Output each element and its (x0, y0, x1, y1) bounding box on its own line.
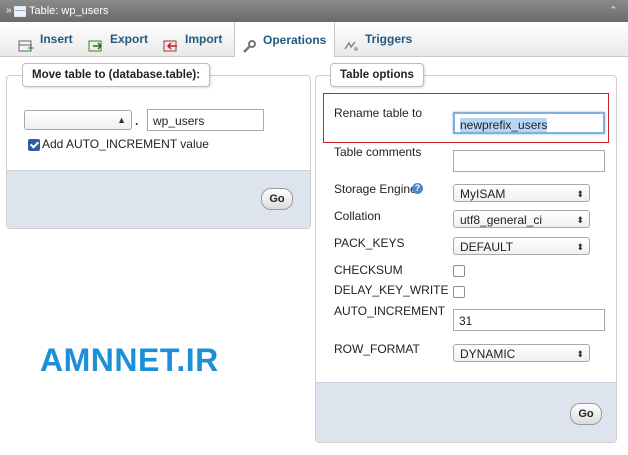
window-titlebar: » Table: wp_users ⌃ (0, 0, 628, 22)
tab-operations-label: Operations (263, 32, 327, 47)
add-auto-increment-label: Add AUTO_INCREMENT value (42, 137, 209, 151)
import-icon (163, 32, 179, 52)
tab-triggers[interactable]: Triggers (337, 22, 420, 56)
collation-select[interactable]: utf8_general_ci ⬍ (453, 210, 590, 228)
table-comments-input[interactable] (453, 150, 605, 172)
storage-engine-label: Storage Engine (334, 182, 417, 196)
select-arrows-icon: ⬍ (576, 242, 584, 252)
tab-triggers-label: Triggers (365, 32, 413, 46)
select-arrows-icon: ⬍ (576, 189, 584, 199)
rename-table-input[interactable]: newprefix_users (453, 112, 605, 134)
tab-import[interactable]: Import (157, 22, 230, 56)
pack-keys-select[interactable]: DEFAULT ⬍ (453, 237, 590, 255)
move-table-panel: ▲ . wp_users Add AUTO_INCREMENT value Go (6, 75, 311, 229)
svg-text:+: + (27, 44, 34, 53)
select-arrows-icon: ⬍ (576, 215, 584, 225)
row-format-label: ROW_FORMAT (334, 342, 420, 356)
table-icon (14, 6, 26, 17)
tab-export[interactable]: Export (82, 22, 156, 56)
table-options-legend: Table options (330, 63, 424, 87)
watermark-text: AMNNET.IR (40, 342, 219, 378)
database-select[interactable]: ▲ (24, 110, 132, 130)
tab-operations[interactable]: Operations (234, 22, 336, 57)
collapse-arrow-icon[interactable]: ⌃ (609, 0, 618, 22)
table-options-go-button[interactable]: Go (570, 403, 602, 425)
tab-insert[interactable]: + Insert (12, 22, 81, 56)
auto-increment-input[interactable]: 31 (453, 309, 605, 331)
breadcrumb-arrow: » (6, 5, 12, 16)
tab-import-label: Import (185, 32, 223, 46)
delay-key-write-label: DELAY_KEY_WRITE (334, 283, 449, 297)
add-auto-increment-checkbox[interactable] (28, 139, 40, 151)
move-go-button[interactable]: Go (261, 188, 293, 210)
move-table-name-input[interactable]: wp_users (147, 109, 264, 131)
pack-keys-label: PACK_KEYS (334, 236, 405, 250)
dot-separator: . (135, 114, 139, 128)
table-comments-label: Table comments (334, 145, 422, 159)
checksum-checkbox[interactable] (453, 265, 465, 277)
delay-key-write-checkbox[interactable] (453, 286, 465, 298)
export-icon (88, 32, 104, 52)
triggers-icon (343, 32, 359, 51)
table-options-panel: Rename table to newprefix_users Table co… (315, 75, 617, 443)
row-format-select[interactable]: DYNAMIC ⬍ (453, 344, 590, 362)
help-icon[interactable]: ? (412, 183, 423, 194)
page-title: Table: wp_users (29, 5, 109, 17)
select-arrows-icon: ⬍ (576, 349, 584, 359)
storage-engine-select[interactable]: MyISAM ⬍ (453, 184, 590, 202)
checksum-label: CHECKSUM (334, 263, 403, 277)
insert-icon: + (18, 32, 35, 54)
tab-bar: + Insert Export Import Operations Trigge… (0, 22, 628, 57)
select-arrows-icon: ▲ (117, 115, 126, 125)
wrench-icon (241, 33, 257, 53)
tab-export-label: Export (110, 32, 149, 46)
move-table-legend: Move table to (database.table): (22, 63, 211, 87)
collation-label: Collation (334, 209, 381, 223)
tab-insert-label: Insert (40, 32, 73, 46)
auto-increment-label: AUTO_INCREMENT (334, 304, 446, 318)
rename-table-label: Rename table to (334, 106, 423, 120)
